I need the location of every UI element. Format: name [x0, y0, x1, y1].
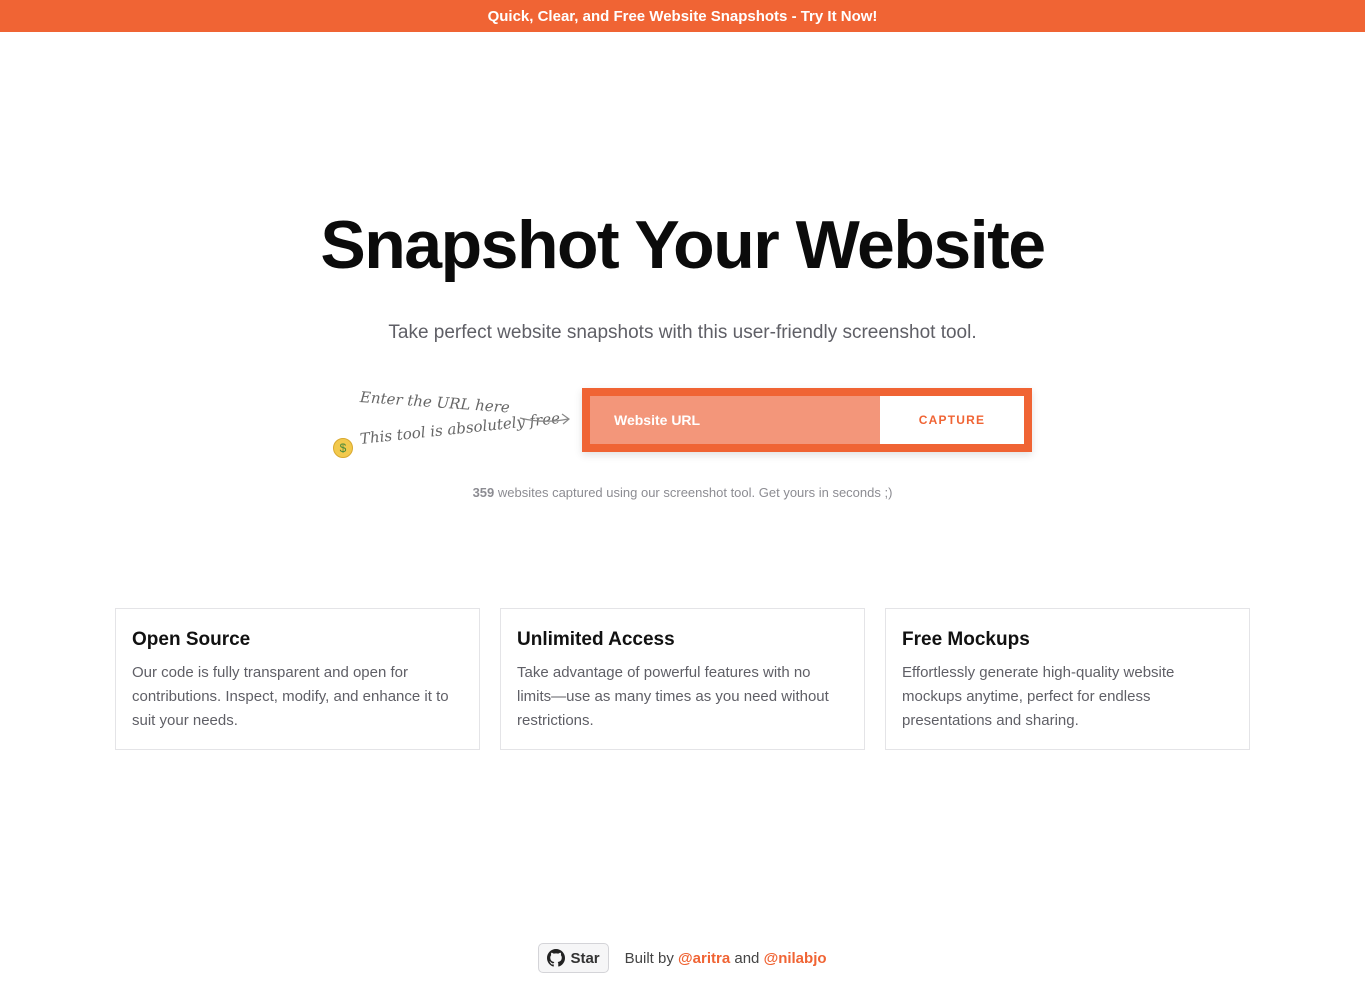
- capture-button[interactable]: CAPTURE: [880, 396, 1024, 444]
- author-link-nilabjo[interactable]: @nilabjo: [764, 950, 827, 967]
- money-mouth-face-icon: $: [333, 438, 353, 458]
- author-link-aritra[interactable]: @aritra: [678, 950, 730, 967]
- arrow-right-icon: [519, 413, 570, 425]
- feature-description: Effortlessly generate high-quality websi…: [902, 664, 1175, 729]
- built-by-text: Built by @aritra and @nilabjo: [625, 950, 827, 967]
- feature-card-unlimited-access: Unlimited Access Take advantage of power…: [500, 608, 865, 750]
- hint-enter-url: Enter the URL here: [359, 388, 511, 417]
- capture-form: CAPTURE: [582, 388, 1032, 452]
- footer: Star Built by @aritra and @nilabjo: [0, 942, 1365, 974]
- feature-title: Free Mockups: [902, 629, 1030, 650]
- feature-description: Take advantage of powerful features with…: [517, 664, 829, 729]
- stats-text: 359 websites captured using our screensh…: [0, 485, 1365, 500]
- github-star-button[interactable]: Star: [538, 943, 609, 973]
- stats-count: 359: [472, 485, 495, 500]
- feature-title: Open Source: [132, 629, 251, 650]
- built-by-label: Built by: [624, 949, 674, 967]
- star-label: Star: [570, 949, 600, 967]
- feature-description: Our code is fully transparent and open f…: [132, 664, 449, 729]
- page-title: Snapshot Your Website: [320, 207, 1046, 283]
- feature-card-free-mockups: Free Mockups Effortlessly generate high-…: [885, 608, 1250, 750]
- feature-title: Unlimited Access: [517, 629, 675, 650]
- banner-text[interactable]: Quick, Clear, and Free Website Snapshots…: [488, 8, 878, 25]
- stats-description: websites captured using our screenshot t…: [494, 485, 893, 500]
- github-icon: [547, 949, 566, 967]
- top-banner[interactable]: Quick, Clear, and Free Website Snapshots…: [0, 0, 1365, 32]
- and-label: and: [734, 949, 760, 967]
- feature-card-open-source: Open Source Our code is fully transparen…: [115, 608, 480, 750]
- page-subtitle: Take perfect website snapshots with this…: [388, 322, 977, 343]
- website-url-input[interactable]: [590, 396, 880, 444]
